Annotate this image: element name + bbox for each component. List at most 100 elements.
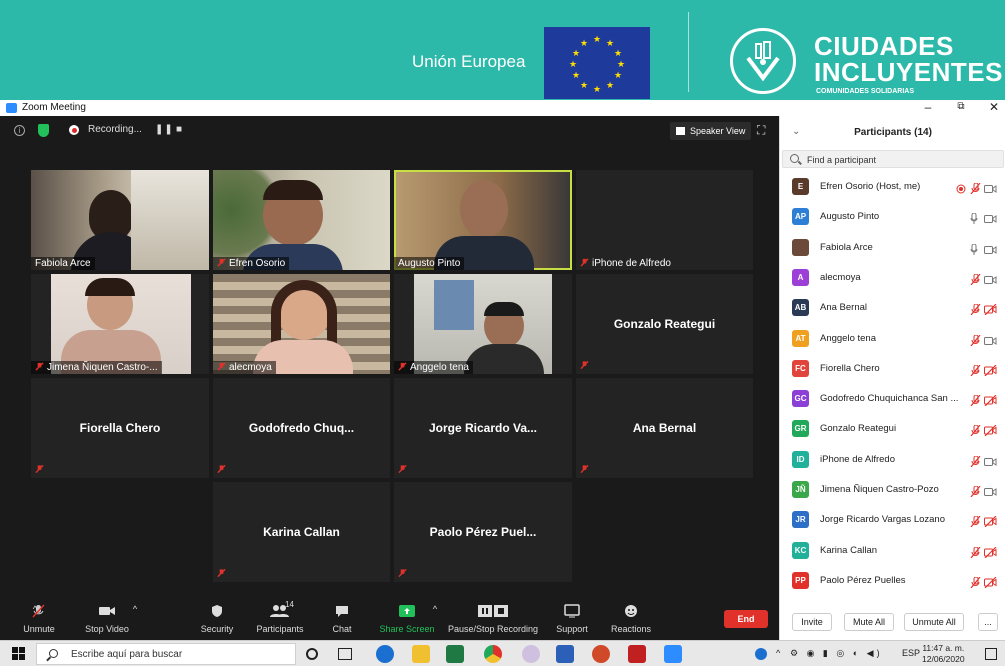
tray-chevron-icon[interactable]: ^ <box>776 648 780 658</box>
chat-button[interactable]: Chat <box>307 596 377 634</box>
share-options-caret-icon[interactable]: ^ <box>430 604 440 614</box>
video-camera-icon[interactable] <box>984 211 997 229</box>
muted-mic-icon[interactable] <box>970 363 981 381</box>
video-camera-icon[interactable] <box>984 484 997 502</box>
video-camera-icon[interactable] <box>984 333 997 351</box>
clock[interactable]: 11:47 a. m. 12/06/2020 <box>922 643 965 665</box>
more-options-button[interactable]: ... <box>978 613 998 631</box>
video-tile[interactable]: Paolo Pérez Puel... <box>394 482 572 582</box>
participant-row[interactable]: AB Ana Bernal <box>780 293 1005 323</box>
video-tile[interactable]: Fabiola Arce <box>31 170 209 270</box>
video-off-icon[interactable] <box>984 423 997 441</box>
participant-row[interactable]: PP Paolo Pérez Puelles <box>780 566 1005 596</box>
speaker-view-button[interactable]: Speaker View <box>670 122 752 140</box>
video-off-icon[interactable] <box>984 514 997 532</box>
video-camera-icon[interactable] <box>984 242 997 260</box>
notifications-icon[interactable] <box>985 648 997 660</box>
participant-search[interactable] <box>782 150 1004 168</box>
mute-all-button[interactable]: Mute All <box>844 613 894 631</box>
muted-mic-icon[interactable] <box>970 393 981 411</box>
zoom-taskbar-icon[interactable] <box>664 645 682 663</box>
powerpoint-icon[interactable] <box>592 645 610 663</box>
video-off-icon[interactable] <box>984 575 997 593</box>
windows-start-icon[interactable] <box>12 647 26 661</box>
info-icon[interactable]: i <box>14 125 25 136</box>
pause-stop-recording-button[interactable]: Pause/Stop Recording <box>445 596 541 634</box>
edge-browser-icon[interactable] <box>376 645 394 663</box>
muted-mic-icon[interactable] <box>970 575 981 593</box>
video-tile[interactable]: Jimena Ñiquen Castro-... <box>31 274 209 374</box>
participant-row[interactable]: FC Fiorella Chero <box>780 354 1005 384</box>
unmute-button[interactable]: Unmute <box>4 596 74 634</box>
participant-row[interactable]: Aalecmoya <box>780 263 1005 293</box>
video-tile[interactable]: Efren Osorio <box>213 170 390 270</box>
muted-mic-icon[interactable] <box>970 514 981 532</box>
minimize-button[interactable]: – <box>918 100 938 114</box>
mic-icon[interactable] <box>970 242 978 260</box>
video-tile[interactable]: Karina Callan <box>213 482 390 582</box>
muted-mic-icon[interactable] <box>970 272 981 290</box>
file-explorer-icon[interactable] <box>412 645 430 663</box>
participant-search-input[interactable] <box>807 153 997 166</box>
muted-mic-icon[interactable] <box>970 333 981 351</box>
participant-row[interactable]: AP Augusto Pinto <box>780 202 1005 232</box>
video-tile[interactable]: Anggelo tena <box>394 274 572 374</box>
participant-row[interactable]: KC Karina Callan <box>780 536 1005 566</box>
fullscreen-icon[interactable]: ⛶ <box>757 123 765 138</box>
share-screen-button[interactable]: Share Screen <box>372 596 442 634</box>
video-off-icon[interactable] <box>984 545 997 563</box>
app-icon[interactable] <box>522 645 540 663</box>
language-indicator[interactable]: ESP <box>902 648 920 658</box>
audio-options-caret-icon[interactable]: ^ <box>30 604 40 614</box>
muted-mic-icon[interactable] <box>970 423 981 441</box>
participant-row[interactable]: E Efren Osorio (Host, me) <box>780 172 1005 202</box>
participant-row[interactable]: AT Anggelo tena <box>780 324 1005 354</box>
video-tile[interactable]: alecmoya <box>213 274 390 374</box>
participant-row[interactable]: GR Gonzalo Reategui <box>780 414 1005 444</box>
mic-icon[interactable] <box>970 211 978 229</box>
video-tile[interactable]: iPhone de Alfredo <box>576 170 753 270</box>
end-meeting-button[interactable]: End <box>724 610 768 628</box>
task-view-icon[interactable] <box>338 648 352 660</box>
video-camera-icon[interactable] <box>984 454 997 472</box>
shield-icon[interactable] <box>38 124 49 137</box>
video-tile[interactable]: Godofredo Chuq... <box>213 378 390 478</box>
system-tray-icons[interactable]: ⚙ ◉ ▮ ◎ ◐ ◀) <box>790 648 883 659</box>
video-off-icon[interactable] <box>984 363 997 381</box>
recording-icon[interactable] <box>956 181 966 199</box>
participants-button[interactable]: 14 Participants <box>245 596 315 634</box>
acrobat-icon[interactable] <box>628 645 646 663</box>
word-icon[interactable] <box>556 645 574 663</box>
muted-mic-icon[interactable] <box>970 454 981 472</box>
participant-row[interactable]: JR Jorge Ricardo Vargas Lozano <box>780 505 1005 535</box>
video-options-caret-icon[interactable]: ^ <box>130 604 140 614</box>
video-tile[interactable]: Gonzalo Reategui <box>576 274 753 374</box>
video-off-icon[interactable] <box>984 393 997 411</box>
participant-row[interactable]: JÑ Jimena Ñiquen Castro-Pozo <box>780 475 1005 505</box>
restore-button[interactable]: ⧉ <box>951 100 971 114</box>
video-off-icon[interactable] <box>984 302 997 320</box>
reactions-button[interactable]: Reactions <box>596 596 666 634</box>
participant-row[interactable]: GC Godofredo Chuquichanca San ... <box>780 384 1005 414</box>
close-button[interactable]: ✕ <box>984 100 1004 114</box>
taskbar-search[interactable]: Escribe aquí para buscar <box>36 643 296 665</box>
video-camera-icon[interactable] <box>984 181 997 199</box>
participant-row[interactable]: Fabiola Arce <box>780 233 1005 263</box>
stop-video-button[interactable]: Stop Video <box>72 596 142 634</box>
video-camera-icon[interactable] <box>984 272 997 290</box>
chrome-icon[interactable] <box>484 645 502 663</box>
muted-mic-icon[interactable] <box>970 181 981 199</box>
stop-recording-icon[interactable]: ■ <box>176 124 182 135</box>
video-tile[interactable]: Fiorella Chero <box>31 378 209 478</box>
help-icon[interactable] <box>755 648 767 660</box>
video-tile[interactable]: Ana Bernal <box>576 378 753 478</box>
excel-icon[interactable] <box>446 645 464 663</box>
pause-recording-icon[interactable]: ❚❚ <box>155 124 174 135</box>
video-tile-active-speaker[interactable]: Augusto Pinto <box>394 170 572 270</box>
muted-mic-icon[interactable] <box>970 302 981 320</box>
cortana-icon[interactable] <box>306 648 318 660</box>
unmute-all-button[interactable]: Unmute All <box>904 613 964 631</box>
invite-button[interactable]: Invite <box>792 613 832 631</box>
security-button[interactable]: Security <box>182 596 252 634</box>
video-tile[interactable]: Jorge Ricardo Va... <box>394 378 572 478</box>
